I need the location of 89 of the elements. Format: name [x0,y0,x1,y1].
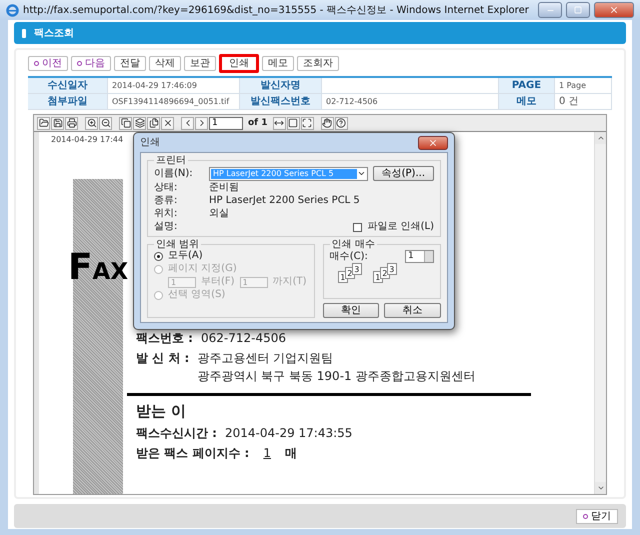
detail-label: 위치: [154,208,178,220]
fullscreen-icon[interactable] [300,116,314,130]
save-icon[interactable] [51,116,64,130]
detail-label: 종류: [154,195,178,207]
action-button[interactable]: 조회자 [297,56,339,71]
field-label: 발 신 처 : [136,351,190,367]
field-label: 팩스수신시간 : [136,426,217,440]
bullet-icon [34,61,39,66]
field-label: 받은 팩스 페이지수 : [136,446,250,460]
group-label: 인쇄 매수 [330,239,376,250]
fit-page-icon[interactable] [286,116,300,130]
action-button[interactable]: 메모 [262,56,294,71]
action-button[interactable]: 보관 [184,56,216,71]
field-label: 팩스번호 : [136,331,193,345]
field-label: 부터(F) [201,276,235,288]
field-label: 이름(N): [154,168,194,180]
close-icon [609,5,619,15]
table-header-cell: 메모 [499,94,555,110]
table-cell: 02-712-4506 [322,94,499,110]
close-button[interactable] [594,2,634,18]
action-button[interactable]: 삭제 [149,56,181,71]
table-header-cell: 수신일자 [28,78,108,94]
printer-icon[interactable] [65,116,78,130]
page-title: 팩스조회 [34,27,74,40]
copy-icon[interactable] [119,116,132,130]
zoom-out-icon[interactable] [99,116,112,130]
dialog-button[interactable]: 확인 [322,303,380,318]
field-label: 매수(C): [330,250,368,262]
zoom-in-icon[interactable] [85,116,98,130]
table-cell: 0 건 [555,94,612,110]
properties-button[interactable]: 속성(P)... [372,166,434,181]
fax-timestamp: 2014-04-29 17:44 [51,135,124,145]
field-value: 광주광역시 북구 북동 190-1 광주종합고용지원센터 [197,369,476,383]
page-number-field[interactable]: 1 [209,116,243,130]
bullet-icon [77,61,82,66]
detail-label: 설명: [154,221,178,233]
hand-icon[interactable] [320,116,334,130]
detail-label: 상태: [154,182,178,194]
layers-icon[interactable] [133,116,146,130]
group-label: 인쇄 범위 [155,239,200,250]
files-icon[interactable] [147,116,160,130]
radio-label: 페이지 지정(G) [168,263,237,275]
next-page-icon[interactable] [195,116,208,130]
dialog-title: 인쇄 [140,136,160,148]
dialog-close-button[interactable] [418,136,448,150]
dialog-button[interactable]: 취소 [384,303,442,318]
detail-value: HP LaserJet 2200 Series PCL 5 [209,195,360,207]
fax-logo: FAX [68,247,128,288]
close-page-button[interactable]: 닫기 [576,508,618,524]
browser-logo-icon [6,4,19,16]
copies-field[interactable]: 1 [405,250,434,263]
page-total: of 1 [248,118,268,128]
radio-label: 모두(A) [168,250,203,262]
header-marker-icon [22,28,26,38]
action-button[interactable]: 다음 [71,56,111,71]
table-cell: OSF1394114896694_0051.tif [108,94,240,110]
maximize-button[interactable] [566,2,590,18]
table-cell: 1 Page [555,78,612,94]
close-icon [428,138,438,148]
radio-button[interactable] [154,252,163,260]
help-icon[interactable] [334,116,348,130]
group-label: 프린터 [155,155,187,166]
field-value: 광주고용센터 기업지원팀 [197,351,334,365]
field-value: 2014-04-29 17:43:55 [224,426,352,440]
bullet-icon [583,514,588,518]
action-button[interactable]: 이전 [28,56,68,71]
action-button[interactable]: 전달 [114,56,146,71]
checkbox-label: 파일로 인쇄(L) [367,221,434,233]
maximize-icon [574,6,582,14]
window-title: http://fax.semuportal.com/?key=296169&dist_no=315555 - 팩스수신정보 - Windows Internet Explorer [23,4,530,17]
field-value: 062-712-4506 [200,331,286,345]
section-heading: 받는 이 [136,402,186,420]
detail-value: 외실 [209,208,229,220]
close-icon[interactable] [161,116,174,130]
table-header-cell: PAGE [499,78,555,94]
unit-label: 매 [284,446,297,460]
detail-value: 준비됨 [209,182,239,194]
action-button[interactable]: 인쇄 [219,54,259,73]
table-header-cell: 첨부파일 [28,94,108,110]
field-value: 1 [262,446,272,460]
minimize-button[interactable] [538,2,562,18]
radio-label: 선택 영역(S) [168,289,226,301]
previous-page-icon[interactable] [181,116,194,130]
fit-width-icon[interactable] [272,116,286,130]
table-header-cell: 발신팩스번호 [240,94,322,110]
field-label: 까지(T) [272,276,306,288]
table-header-cell: 발신자명 [240,78,322,94]
checkbox[interactable] [353,222,362,232]
folder-open-icon[interactable] [37,116,50,130]
